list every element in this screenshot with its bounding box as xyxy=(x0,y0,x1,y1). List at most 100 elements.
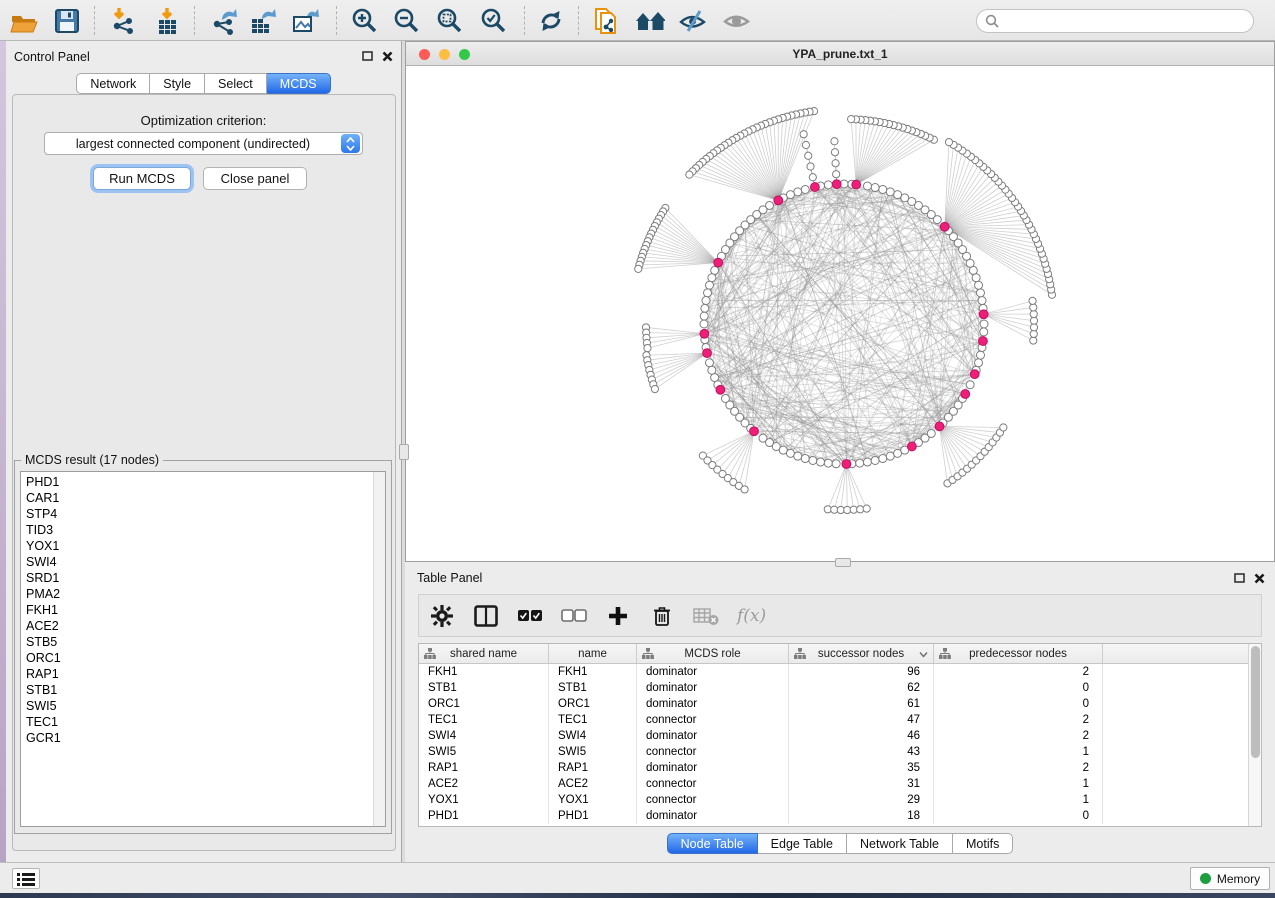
cell-successor-nodes[interactable]: 35 xyxy=(789,760,934,776)
cell-MCDS-role[interactable]: dominator xyxy=(637,680,789,696)
memory-button[interactable]: Memory xyxy=(1190,867,1270,890)
mcds-result-item[interactable]: SWI5 xyxy=(21,698,385,714)
network-node[interactable] xyxy=(972,274,980,282)
tab-select[interactable]: Select xyxy=(205,73,267,94)
mcds-node[interactable] xyxy=(832,180,841,189)
mcds-result-list[interactable]: PHD1CAR1STP4TID3YOX1SWI4SRD1PMA2FKH1ACE2… xyxy=(20,471,386,827)
refresh-icon[interactable] xyxy=(536,6,566,36)
network-node[interactable] xyxy=(708,366,716,374)
mcds-node[interactable] xyxy=(979,310,988,319)
table-scrollbar[interactable] xyxy=(1248,644,1261,826)
network-titlebar[interactable]: YPA_prune.txt_1 xyxy=(406,42,1274,66)
leaf-node[interactable] xyxy=(945,139,952,146)
network-node[interactable] xyxy=(786,449,794,457)
cell-shared-name[interactable]: SWI5 xyxy=(419,744,549,760)
leaf-node[interactable] xyxy=(1029,297,1036,304)
leaf-node[interactable] xyxy=(833,171,840,178)
table-row[interactable]: SWI4SWI4dominator462 xyxy=(419,728,1261,744)
leaf-node[interactable] xyxy=(809,174,816,181)
cell-name[interactable]: PHD1 xyxy=(549,808,637,824)
clone-network-icon[interactable] xyxy=(591,6,621,36)
network-node[interactable] xyxy=(978,297,986,305)
tab-motifs[interactable]: Motifs xyxy=(953,833,1013,854)
column-header-name[interactable]: name xyxy=(549,644,637,663)
zoom-selected-icon[interactable] xyxy=(479,6,509,36)
import-table-icon[interactable] xyxy=(152,6,182,36)
network-node[interactable] xyxy=(894,191,902,199)
cell-predecessor-nodes[interactable]: 1 xyxy=(934,744,1103,760)
column-header-shared-name[interactable]: shared name xyxy=(419,644,549,663)
cell-MCDS-role[interactable]: dominator xyxy=(637,728,789,744)
float-table-panel-icon[interactable] xyxy=(1234,571,1245,589)
leaf-node[interactable] xyxy=(831,138,838,145)
leaf-node[interactable] xyxy=(802,141,809,148)
delete-column-icon[interactable] xyxy=(649,603,675,629)
table-row[interactable]: ACE2ACE2connector311 xyxy=(419,776,1261,792)
leaf-node[interactable] xyxy=(1000,424,1007,431)
mcds-node[interactable] xyxy=(716,385,725,394)
cell-predecessor-nodes[interactable]: 2 xyxy=(934,664,1103,680)
cell-shared-name[interactable]: STB1 xyxy=(419,680,549,696)
leaf-node[interactable] xyxy=(635,265,642,272)
mcds-node[interactable] xyxy=(970,370,979,379)
leaf-node[interactable] xyxy=(644,345,651,352)
network-node[interactable] xyxy=(879,455,887,463)
tab-network[interactable]: Network xyxy=(76,73,150,94)
cell-shared-name[interactable]: YOX1 xyxy=(419,792,549,808)
import-network-icon[interactable] xyxy=(108,6,138,36)
cell-MCDS-role[interactable]: connector xyxy=(637,776,789,792)
cell-name[interactable]: SWI4 xyxy=(549,728,637,744)
leaf-node[interactable] xyxy=(1030,337,1037,344)
close-table-panel-icon[interactable] xyxy=(1254,571,1265,589)
cell-name[interactable]: RAP1 xyxy=(549,760,637,776)
leaf-node[interactable] xyxy=(831,149,838,156)
vertical-splitter-grip[interactable] xyxy=(399,444,409,460)
cell-predecessor-nodes[interactable]: 2 xyxy=(934,760,1103,776)
network-node[interactable] xyxy=(927,429,935,437)
mcds-result-item[interactable]: GCR1 xyxy=(21,730,385,746)
mcds-result-item[interactable]: FKH1 xyxy=(21,602,385,618)
table-row[interactable]: YOX1YOX1connector291 xyxy=(419,792,1261,808)
leaf-node[interactable] xyxy=(805,152,812,159)
cell-successor-nodes[interactable]: 18 xyxy=(789,808,934,824)
leaf-node[interactable] xyxy=(863,505,870,512)
leaf-node[interactable] xyxy=(1030,304,1037,311)
table-row[interactable]: TEC1TEC1connector472 xyxy=(419,712,1261,728)
network-node[interactable] xyxy=(794,188,802,196)
cell-MCDS-role[interactable]: dominator xyxy=(637,696,789,712)
export-table-icon[interactable] xyxy=(248,6,278,36)
network-node[interactable] xyxy=(801,455,809,463)
tab-mcds[interactable]: MCDS xyxy=(267,73,331,94)
table-row[interactable]: STB1STB1dominator620 xyxy=(419,680,1261,696)
mcds-node[interactable] xyxy=(750,427,759,436)
export-network-icon[interactable] xyxy=(210,6,240,36)
tab-edge-table[interactable]: Edge Table xyxy=(758,833,847,854)
cell-shared-name[interactable]: ORC1 xyxy=(419,696,549,712)
table-row[interactable]: ORC1ORC1dominator610 xyxy=(419,696,1261,712)
mcds-node[interactable] xyxy=(940,222,949,231)
leaf-node[interactable] xyxy=(848,116,855,123)
cell-MCDS-role[interactable]: dominator xyxy=(637,664,789,680)
cell-successor-nodes[interactable]: 31 xyxy=(789,776,934,792)
export-image-icon[interactable] xyxy=(291,6,321,36)
cell-name[interactable]: ORC1 xyxy=(549,696,637,712)
network-node[interactable] xyxy=(975,281,983,289)
mcds-node[interactable] xyxy=(774,196,783,205)
mcds-node[interactable] xyxy=(810,183,819,192)
leaf-node[interactable] xyxy=(1030,310,1037,317)
cell-successor-nodes[interactable]: 29 xyxy=(789,792,934,808)
network-node[interactable] xyxy=(856,459,864,467)
leaf-node[interactable] xyxy=(651,386,658,393)
cell-shared-name[interactable]: SWI4 xyxy=(419,728,549,744)
cell-shared-name[interactable]: RAP1 xyxy=(419,760,549,776)
mcds-result-item[interactable]: STB1 xyxy=(21,682,385,698)
table-row[interactable]: SWI5SWI5connector431 xyxy=(419,744,1261,760)
leaf-node[interactable] xyxy=(832,160,839,167)
leaf-node[interactable] xyxy=(741,486,748,493)
cell-name[interactable]: SWI5 xyxy=(549,744,637,760)
network-node[interactable] xyxy=(976,351,984,359)
mcds-node[interactable] xyxy=(979,337,988,346)
cell-MCDS-role[interactable]: connector xyxy=(637,712,789,728)
cell-predecessor-nodes[interactable]: 0 xyxy=(934,808,1103,824)
cell-successor-nodes[interactable]: 96 xyxy=(789,664,934,680)
